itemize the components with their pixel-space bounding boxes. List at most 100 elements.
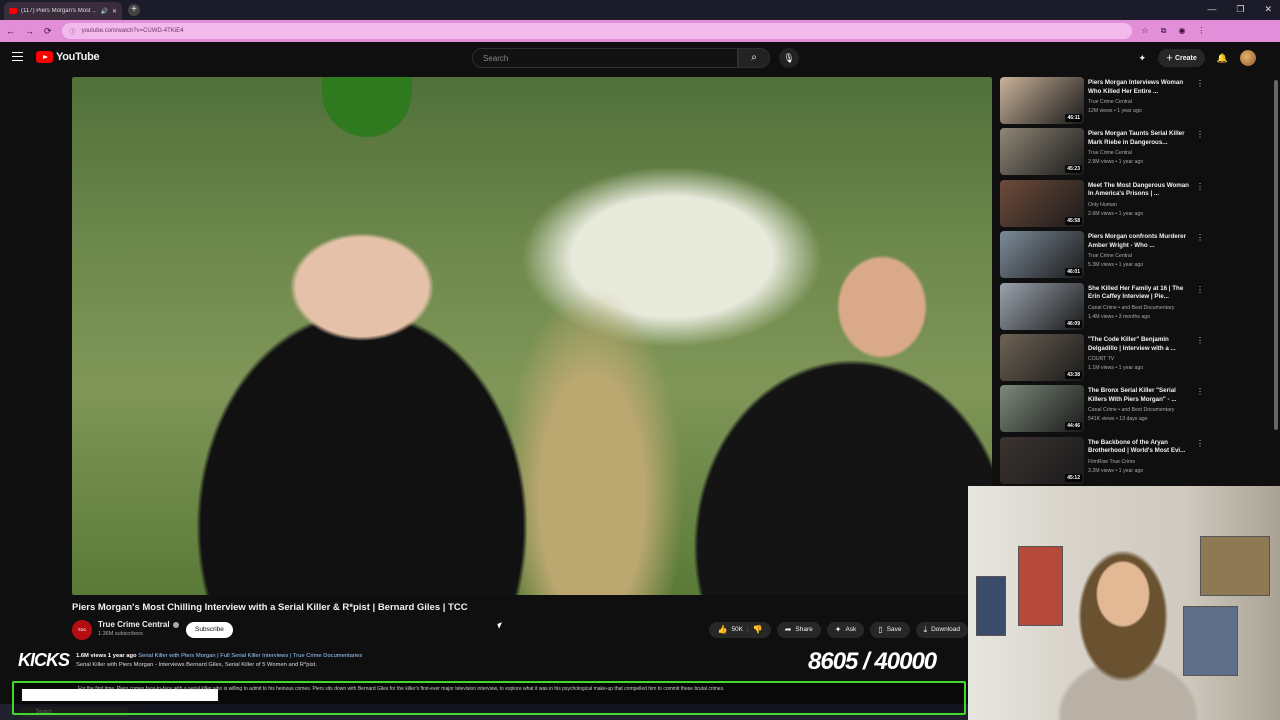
more-options-icon[interactable]: ⋮ [1196, 336, 1204, 345]
thumbs-down-icon[interactable]: 👎 [753, 622, 763, 638]
more-options-icon[interactable]: ⋮ [1196, 439, 1204, 448]
plus-icon: ＋ [1166, 55, 1175, 62]
more-options-icon[interactable]: ⋮ [1196, 130, 1204, 139]
recommendation-thumbnail[interactable]: 44:46 [1000, 385, 1084, 433]
bookmark-star-icon[interactable]: ☆ [1142, 26, 1149, 36]
hamburger-menu-icon[interactable] [12, 52, 23, 61]
save-label: Save [886, 626, 902, 633]
recommendation-channel[interactable]: Only Human [1088, 202, 1117, 208]
recommendation-item[interactable]: 45:12 The Backbone of the Aryan Brotherho… [1000, 436, 1210, 485]
recommendation-channel[interactable]: FilmRise True Crime [1088, 459, 1135, 465]
voice-search-button[interactable]: 🎙 [779, 48, 799, 68]
video-duration: 45:23 [1065, 165, 1082, 174]
recommendation-item[interactable]: 45:58 Meet The Most Dangerous Woman In Am… [1000, 179, 1210, 228]
video-title: Piers Morgan's Most Chilling Interview w… [72, 602, 468, 613]
recommendation-item[interactable]: 44:46 The Bronx Serial Killer "Serial Kil… [1000, 385, 1210, 433]
site-info-icon[interactable]: ⓘ [70, 27, 76, 36]
video-duration: 45:12 [1065, 473, 1082, 482]
search-button[interactable]: ⌕ [738, 48, 770, 68]
recommendation-thumbnail[interactable]: 45:58 [1000, 179, 1084, 227]
like-button[interactable]: 👍 50K | 👎 [709, 622, 771, 638]
download-button[interactable]: ⤓ Download [915, 622, 968, 638]
youtube-logo[interactable]: YouTube [36, 51, 100, 63]
video-player[interactable] [72, 77, 992, 595]
recommendation-thumbnail[interactable]: 43:38 [1000, 334, 1084, 381]
minimize-button[interactable]: — [1207, 4, 1216, 15]
video-duration: 45:58 [1065, 216, 1082, 225]
recommendation-title[interactable]: Piers Morgan Taunts Serial Killer Mark R… [1088, 130, 1192, 147]
back-arrow-icon[interactable]: ← [6, 26, 15, 36]
video-owner-row: TCC True Crime Central 1.36M subscribers… [72, 620, 968, 640]
forward-arrow-icon[interactable]: → [25, 26, 34, 36]
search-input[interactable]: Search [472, 48, 738, 68]
save-button[interactable]: ▯ Save [870, 622, 910, 638]
close-tab-icon[interactable]: ✕ [112, 8, 117, 15]
account-avatar[interactable] [1240, 50, 1256, 66]
recommendation-channel[interactable]: Canal Crime • and Best Documentary [1088, 305, 1174, 311]
description-hashtags[interactable]: Serial Killer with Piers Morgan | Full S… [138, 653, 362, 659]
browser-tab[interactable]: (117) Piers Morgan's Most ... 🔊 ✕ [4, 2, 122, 20]
download-icon: ⤓ [923, 625, 928, 634]
recommendation-title[interactable]: "The Code Killer" Benjamin Delgadillo | … [1088, 336, 1192, 353]
share-button[interactable]: ➦ Share [776, 622, 821, 638]
wall-poster [1018, 546, 1063, 626]
browser-menu-icon[interactable]: ⋮ [1197, 26, 1205, 36]
new-tab-button[interactable]: + [128, 4, 140, 16]
sparkle-icon: ✦ [834, 625, 842, 634]
more-options-icon[interactable]: ⋮ [1196, 182, 1204, 191]
recommendation-meta: 12M views • 1 year ago [1088, 108, 1142, 114]
close-window-button[interactable]: ✕ [1264, 4, 1272, 15]
recommendation-channel[interactable]: Canal Crime • and Best Documentary [1088, 407, 1174, 413]
recommendation-thumbnail[interactable]: 46:09 [1000, 282, 1084, 330]
recommendation-title[interactable]: The Backbone of the Aryan Brotherhood | … [1088, 439, 1192, 456]
recommendation-title[interactable]: Piers Morgan confronts Murderer Amber Wr… [1088, 233, 1192, 250]
recommendation-title[interactable]: The Bronx Serial Killer "Serial Killers … [1088, 387, 1192, 404]
recommendation-thumbnail[interactable]: 46:11 [1000, 77, 1084, 124]
bookmark-icon: ▯ [878, 625, 883, 634]
profile-icon[interactable]: ◉ [1178, 26, 1185, 36]
channel-avatar[interactable]: TCC [72, 620, 92, 640]
video-duration: 44:46 [1065, 422, 1082, 431]
recommendation-channel[interactable]: True Crime Central [1088, 150, 1132, 156]
masthead-actions: ✦ ＋ Create 🔔 [1138, 49, 1256, 67]
url-text: youtube.com/watch?v=CUWD-4TKiE4 [81, 28, 184, 34]
cast-icon[interactable]: ✦ [1138, 53, 1146, 64]
recommendation-channel[interactable]: True Crime Central [1088, 253, 1132, 259]
recommendation-item[interactable]: 46:01 Piers Morgan confronts Murderer Amb… [1000, 231, 1210, 279]
thumbs-up-icon: 👍 [717, 625, 728, 634]
recommendation-title[interactable]: Piers Morgan Interviews Woman Who Killed… [1088, 79, 1192, 96]
create-label: Create [1174, 55, 1197, 62]
recommendation-thumbnail[interactable]: 45:12 [1000, 436, 1084, 484]
video-duration: 43:38 [1065, 371, 1082, 379]
recommendation-thumbnail[interactable]: 45:23 [1000, 128, 1084, 176]
more-options-icon[interactable]: ⋮ [1196, 233, 1204, 242]
ask-button[interactable]: ✦ Ask [826, 622, 865, 638]
audio-icon[interactable]: 🔊 [100, 8, 107, 15]
url-field[interactable]: ⓘ youtube.com/watch?v=CUWD-4TKiE4 [61, 23, 1132, 39]
channel-name[interactable]: True Crime Central [98, 620, 179, 629]
recommendation-meta: 541K views • 13 days ago [1088, 416, 1148, 423]
page-scrollbar[interactable] [1274, 80, 1278, 430]
recommendation-meta: 2.9M views • 1 year ago [1088, 159, 1144, 166]
extensions-icon[interactable]: ⧉ [1161, 26, 1167, 36]
subscribe-button[interactable]: Subscribe [186, 622, 233, 638]
recommendation-thumbnail[interactable]: 46:01 [1000, 231, 1084, 279]
more-options-icon[interactable]: ⋮ [1196, 387, 1204, 396]
recommendation-item[interactable]: 46:11 Piers Morgan Interviews Woman Who K… [1000, 77, 1210, 125]
video-description[interactable]: 1.6M views 1 year ago Serial Killer with… [76, 652, 636, 676]
recommendation-title[interactable]: Meet The Most Dangerous Woman In America… [1088, 182, 1192, 199]
recommendation-channel[interactable]: True Crime Central [1088, 99, 1132, 105]
description-meta: 1.6M views 1 year ago Serial Killer with… [76, 652, 636, 661]
recommendation-title[interactable]: She Killed Her Family at 16 | The Erin C… [1088, 285, 1192, 302]
reload-icon[interactable]: ⟳ [44, 26, 52, 37]
create-button[interactable]: ＋ Create [1158, 49, 1205, 67]
notifications-bell-icon[interactable]: 🔔 [1217, 53, 1228, 64]
browser-toolbar-icons: ☆ ⧉ ◉ ⋮ [1142, 26, 1206, 36]
recommendation-item[interactable]: 46:09 She Killed Her Family at 16 | The E… [1000, 282, 1210, 331]
recommendation-item[interactable]: 45:23 Piers Morgan Taunts Serial Killer M… [1000, 128, 1210, 176]
more-options-icon[interactable]: ⋮ [1196, 285, 1204, 294]
maximize-button[interactable]: ❐ [1236, 4, 1244, 15]
more-options-icon[interactable]: ⋮ [1196, 79, 1204, 88]
recommendation-item[interactable]: 43:38 "The Code Killer" Benjamin Delgadil… [1000, 334, 1210, 382]
recommendation-channel[interactable]: COURT TV [1088, 356, 1114, 362]
